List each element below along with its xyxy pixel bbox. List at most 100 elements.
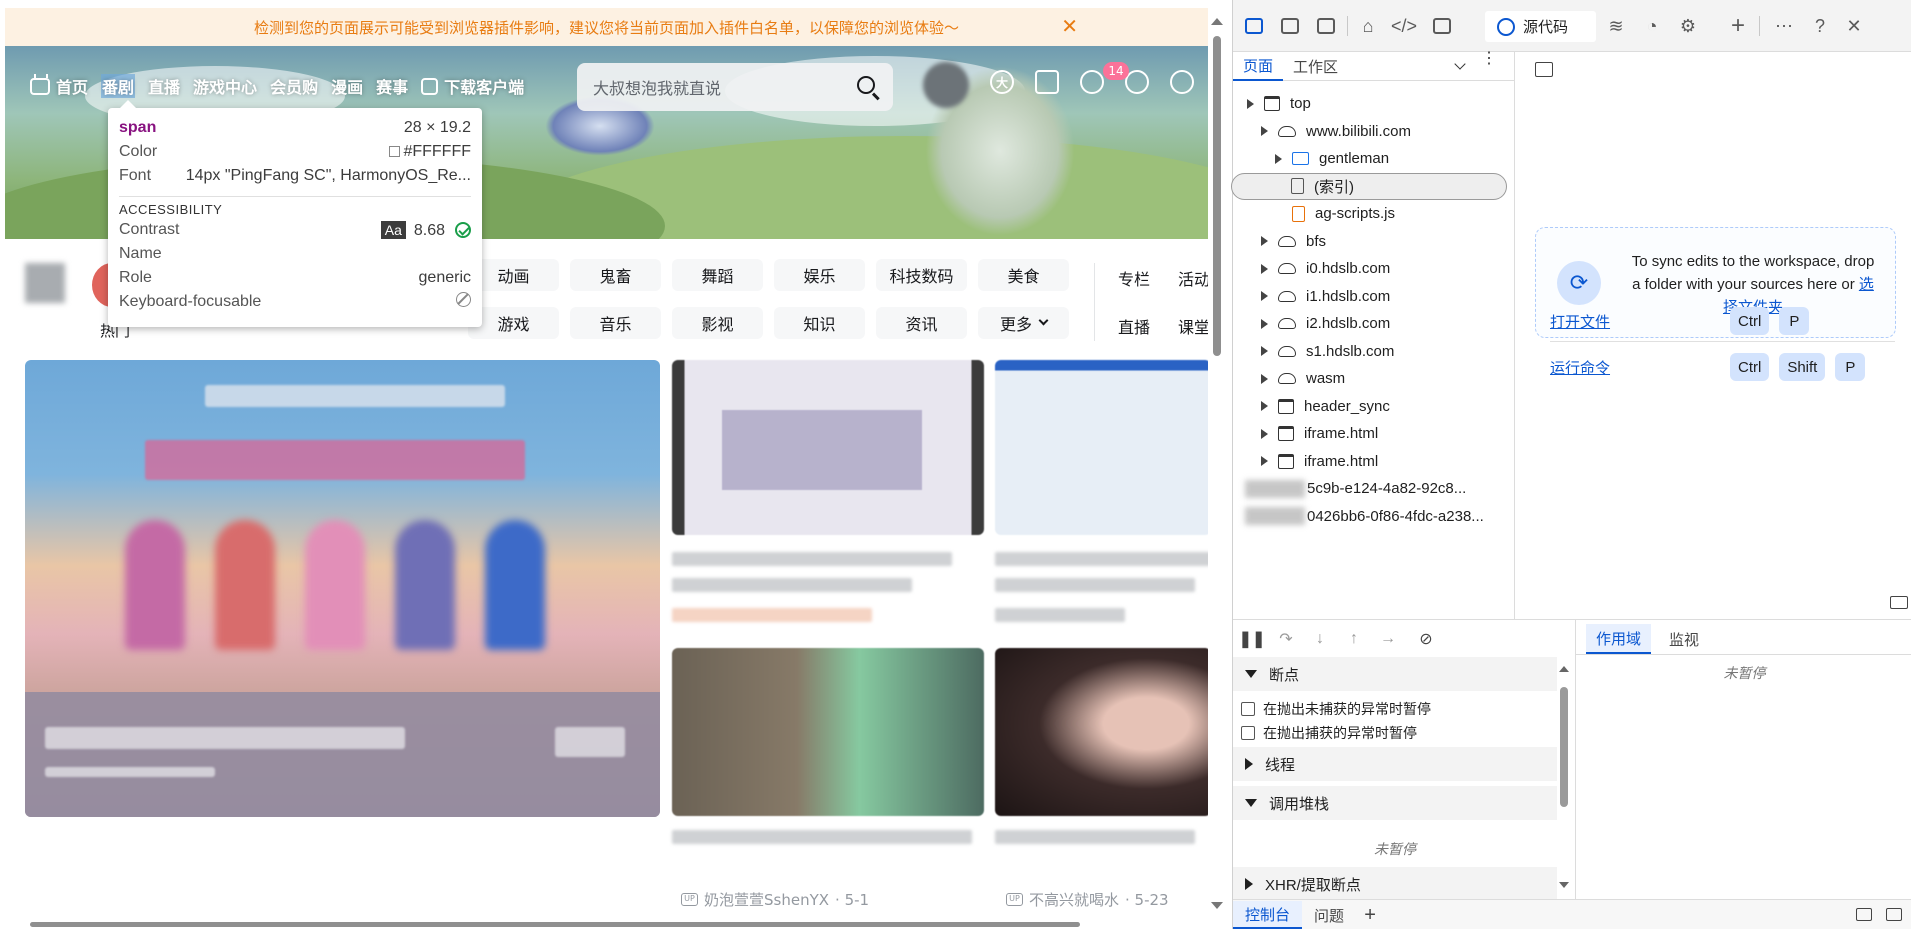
tree-item[interactable]: 5c9b-e124-4a82-92c8...: [1233, 475, 1515, 503]
expand-triangle-icon[interactable]: [1261, 428, 1268, 439]
console-icon[interactable]: [1433, 18, 1451, 34]
tree-item[interactable]: s1.hdslb.com: [1233, 338, 1515, 366]
inspect-icon[interactable]: [1245, 18, 1263, 34]
settings-icon[interactable]: ⚙: [1677, 15, 1699, 37]
tree-item[interactable]: i2.hdslb.com: [1233, 310, 1515, 338]
add-icon[interactable]: +: [1727, 12, 1749, 39]
video-card-thumbnail[interactable]: [672, 360, 984, 535]
video-card-thumbnail[interactable]: [995, 360, 1211, 535]
device-icon[interactable]: [1281, 18, 1299, 34]
checkbox[interactable]: [1241, 726, 1255, 740]
video-title-blur[interactable]: [995, 552, 1211, 566]
tab-issues[interactable]: 问题: [1302, 901, 1356, 929]
channel-chip[interactable]: 知识: [774, 307, 865, 339]
channel-extra-item[interactable]: 专栏: [1118, 266, 1178, 290]
uploader-name[interactable]: 奶泡萱萱SshenYX: [704, 889, 829, 910]
expand-triangle-icon[interactable]: [1261, 401, 1268, 412]
video-title-blur[interactable]: [672, 552, 952, 566]
video-title-blur[interactable]: [672, 578, 912, 592]
threads-section[interactable]: 线程: [1233, 747, 1557, 781]
history-icon[interactable]: [1170, 70, 1194, 94]
tab-watch[interactable]: 监视: [1659, 624, 1709, 654]
tab-workspace[interactable]: 工作区: [1283, 52, 1348, 81]
horizontal-scrollbar[interactable]: [30, 922, 1080, 927]
scroll-down-icon[interactable]: [1211, 902, 1223, 909]
channel-chip[interactable]: 影视: [672, 307, 763, 339]
step-icon[interactable]: →: [1379, 630, 1397, 648]
checkbox[interactable]: [1241, 702, 1255, 716]
toggle-debugger-icon[interactable]: [1890, 596, 1908, 609]
run-command-link[interactable]: 运行命令: [1550, 357, 1730, 378]
close-icon[interactable]: ✕: [1061, 16, 1078, 36]
tree-item[interactable]: ag-scripts.js: [1233, 200, 1515, 228]
page-scrollbar[interactable]: [1208, 8, 1232, 929]
channel-extra-item[interactable]: 直播: [1118, 314, 1178, 338]
close-drawer-icon[interactable]: [1886, 908, 1902, 921]
avatar[interactable]: [923, 62, 969, 108]
toggle-navigator-icon[interactable]: [1535, 62, 1553, 77]
tree-item[interactable]: gentleman: [1233, 145, 1515, 173]
expand-triangle-icon[interactable]: [1261, 126, 1268, 137]
scroll-up-icon[interactable]: [1559, 666, 1569, 672]
performance-icon[interactable]: ◔: [1641, 15, 1663, 37]
step-into-icon[interactable]: ↓: [1311, 630, 1329, 648]
expand-triangle-icon[interactable]: [1261, 373, 1268, 384]
video-title-blur[interactable]: [995, 578, 1195, 592]
expand-triangle-icon[interactable]: [1261, 318, 1268, 329]
carousel[interactable]: [25, 360, 660, 817]
add-panel-icon[interactable]: +: [1356, 901, 1384, 929]
scroll-up-icon[interactable]: [1211, 18, 1223, 25]
expand-triangle-icon[interactable]: [1261, 291, 1268, 302]
video-meta[interactable]: UP 不高兴就喝水 · 5-23: [1006, 889, 1169, 910]
tree-item[interactable]: i1.hdslb.com: [1233, 283, 1515, 311]
search-input[interactable]: 大叔想泡我就直说: [577, 63, 893, 111]
expand-triangle-icon[interactable]: [1261, 456, 1268, 467]
nav-item-game-center[interactable]: 游戏中心: [193, 74, 257, 98]
expand-triangle-icon[interactable]: [1247, 98, 1254, 109]
carousel-arrows[interactable]: [555, 727, 625, 757]
dynamic-icon[interactable]: [1080, 70, 1104, 94]
tab-sources[interactable]: 源代码: [1485, 11, 1596, 42]
pause-uncaught-row[interactable]: 在抛出未捕获的异常时暂停: [1241, 699, 1431, 719]
channel-chip[interactable]: 资讯: [876, 307, 967, 339]
vip-icon[interactable]: 大: [990, 70, 1014, 94]
network-icon[interactable]: ≋: [1605, 15, 1627, 37]
tree-item[interactable]: header_sync: [1233, 393, 1515, 421]
chevron-down-icon[interactable]: [1454, 58, 1466, 70]
search-icon[interactable]: [857, 76, 875, 94]
channel-chip[interactable]: 美食: [978, 259, 1069, 291]
more-vertical-icon[interactable]: ⋮: [1481, 51, 1497, 67]
expand-triangle-icon[interactable]: [1261, 346, 1268, 357]
channel-chip[interactable]: 音乐: [570, 307, 661, 339]
channel-chip[interactable]: 娱乐: [774, 259, 865, 291]
channel-more-button[interactable]: 更多: [978, 307, 1069, 339]
user-entry-blurred[interactable]: [25, 263, 65, 303]
tree-item[interactable]: wasm: [1233, 365, 1515, 393]
scrollbar-thumb[interactable]: [1560, 687, 1568, 807]
tree-item[interactable]: top: [1233, 90, 1515, 118]
video-card-thumbnail[interactable]: [672, 648, 984, 816]
expand-triangle-icon[interactable]: [1261, 236, 1268, 247]
nav-item-live[interactable]: 直播: [148, 74, 180, 98]
elements-icon[interactable]: </>: [1391, 15, 1417, 37]
step-over-icon[interactable]: ↷: [1277, 630, 1295, 648]
open-file-link[interactable]: 打开文件: [1550, 311, 1730, 332]
tree-item[interactable]: (索引): [1231, 172, 1507, 200]
nav-item-anime[interactable]: 番剧: [101, 74, 136, 98]
deactivate-breakpoints-icon[interactable]: ⊘: [1417, 630, 1435, 648]
tree-item[interactable]: bfs: [1233, 228, 1515, 256]
dock-icon[interactable]: [1317, 18, 1335, 34]
more-icon[interactable]: ⋯: [1773, 15, 1795, 37]
tree-item[interactable]: iframe.html: [1233, 448, 1515, 476]
breakpoints-section[interactable]: 断点: [1233, 657, 1557, 691]
video-meta[interactable]: UP 奶泡萱萱SshenYX · 5-1: [681, 889, 869, 910]
nav-item-download-client[interactable]: 下载客户端: [421, 74, 524, 98]
tree-item[interactable]: www.bilibili.com: [1233, 118, 1515, 146]
xhr-breakpoints-section[interactable]: XHR/提取断点: [1233, 867, 1557, 899]
tab-page[interactable]: 页面: [1233, 52, 1284, 81]
tree-item[interactable]: 0426bb6-0f86-4fdc-a238...: [1233, 503, 1515, 531]
pause-caught-row[interactable]: 在抛出捕获的异常时暂停: [1241, 723, 1417, 743]
home-icon[interactable]: ⌂: [1357, 15, 1379, 37]
help-icon[interactable]: ?: [1809, 15, 1831, 37]
pause-icon[interactable]: ❚❚: [1239, 630, 1266, 648]
